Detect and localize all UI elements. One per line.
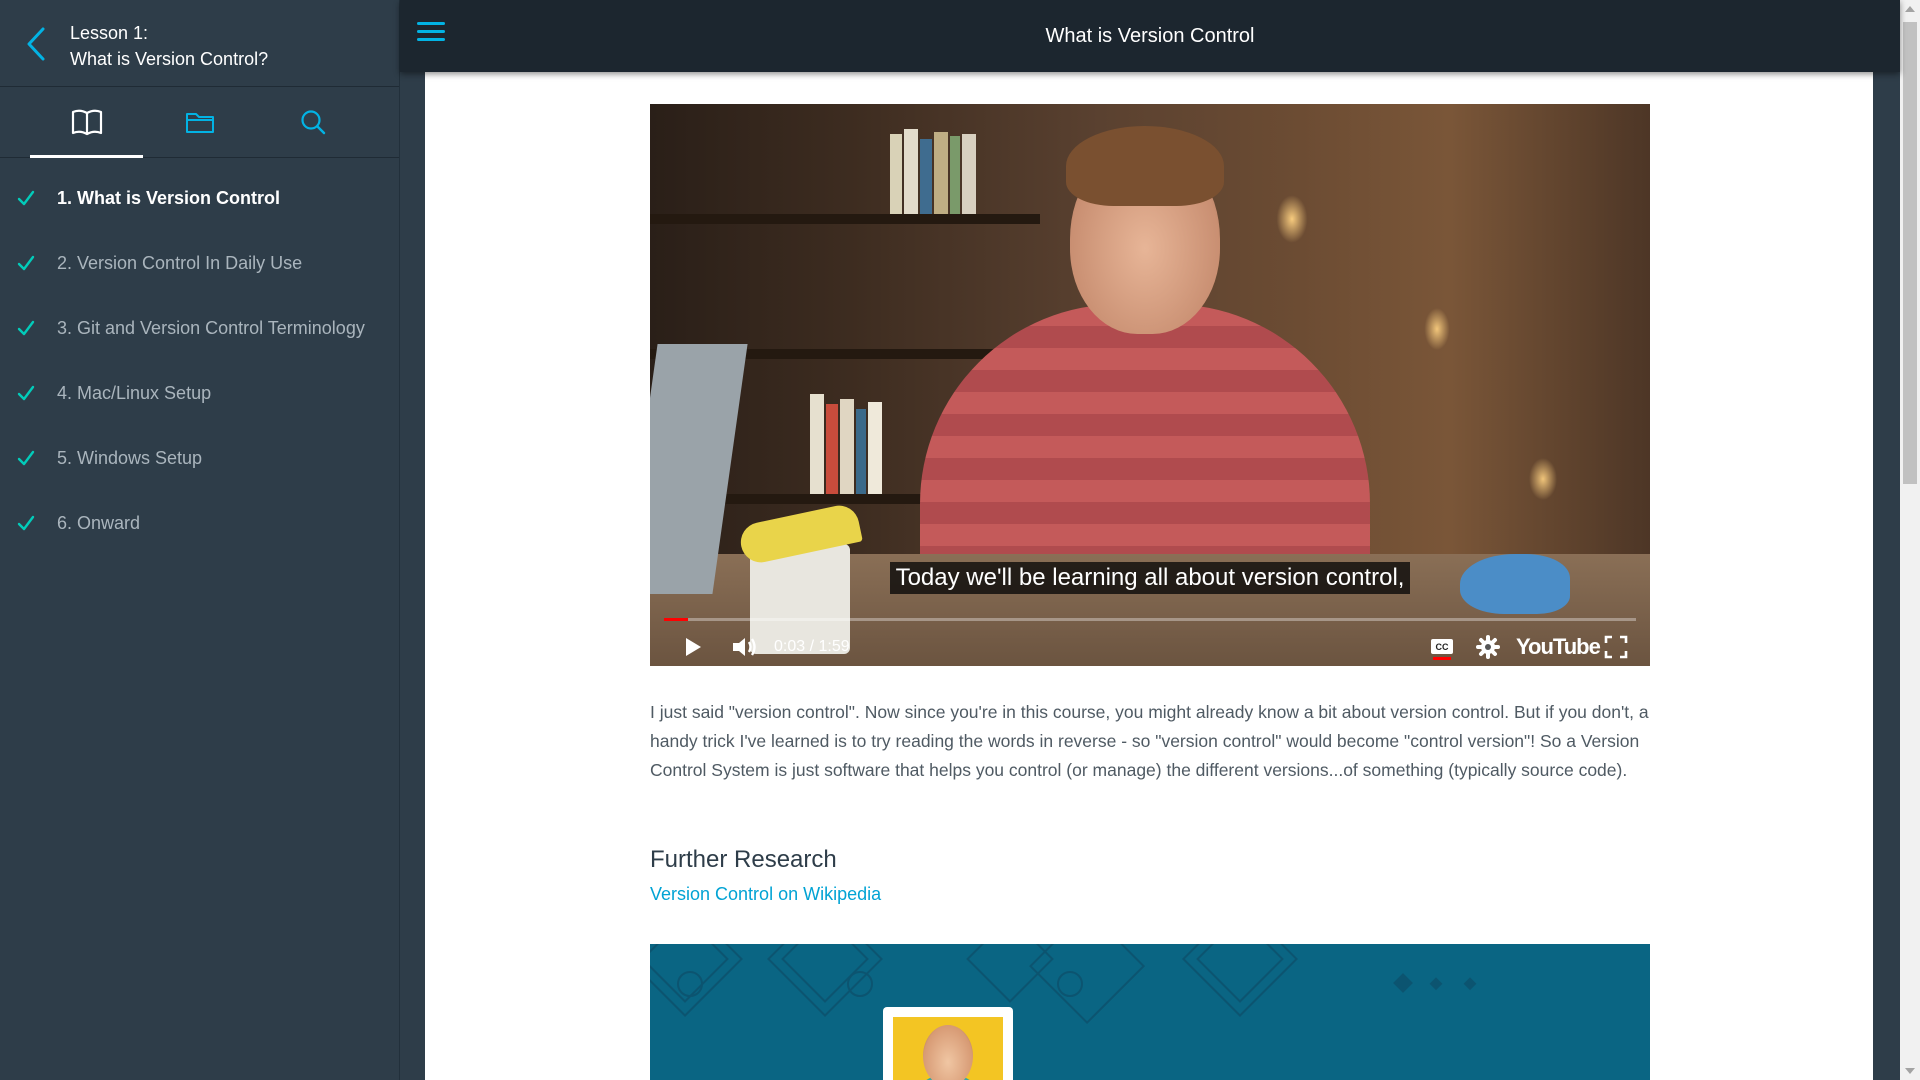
concept-item-6[interactable]: 6. Onward xyxy=(0,491,399,556)
lesson-number: Lesson 1: xyxy=(70,23,149,43)
concept-item-1[interactable]: 1. What is Version Control xyxy=(0,166,399,231)
tab-concepts[interactable] xyxy=(30,87,143,158)
concept-list: 1. What is Version Control 2. Version Co… xyxy=(0,158,399,556)
settings-button[interactable] xyxy=(1472,632,1504,662)
concept-label: 6. Onward xyxy=(57,513,141,533)
book-icon xyxy=(71,109,102,136)
volume-icon xyxy=(733,638,756,656)
further-research-heading: Further Research xyxy=(650,846,837,873)
checkmark-icon xyxy=(17,255,35,271)
concept-item-3[interactable]: 3. Git and Version Control Terminology xyxy=(0,296,399,361)
scroll-up-button[interactable] xyxy=(1900,0,1920,18)
fullscreen-icon xyxy=(1604,635,1628,659)
settings-gear-icon xyxy=(1476,635,1500,659)
lesson-name: What is Version Control? xyxy=(70,49,269,69)
lesson-title: Lesson 1: What is Version Control? xyxy=(70,20,268,72)
video-subtitle: Today we'll be learning all about versio… xyxy=(650,562,1650,594)
checkmark-icon xyxy=(17,515,35,531)
video-time: 0:03 / 1:59 xyxy=(774,638,850,655)
avatar xyxy=(893,1017,1003,1080)
checkmark-icon xyxy=(17,190,35,206)
closed-captions-icon: CC xyxy=(1431,639,1453,660)
play-button[interactable] xyxy=(678,632,708,662)
tab-resources[interactable] xyxy=(143,87,256,157)
checkmark-icon xyxy=(17,320,35,336)
youtube-logo-button[interactable]: YouTube xyxy=(1516,632,1601,662)
video-player[interactable]: Today we'll be learning all about versio… xyxy=(650,104,1650,666)
subtitle-text: Today we'll be learning all about versio… xyxy=(889,562,1411,594)
page-scrollbar[interactable] xyxy=(1900,0,1920,1080)
concept-label: 5. Windows Setup xyxy=(57,448,203,468)
fullscreen-button[interactable] xyxy=(1600,632,1632,662)
concept-label: 2. Version Control In Daily Use xyxy=(57,253,303,273)
scroll-down-button[interactable] xyxy=(1900,1062,1920,1080)
diamond-pattern-decoration xyxy=(650,944,1477,1025)
concept-label: 3. Git and Version Control Terminology xyxy=(57,318,365,338)
lesson-sidebar: Lesson 1: What is Version Control? 1. Wh… xyxy=(0,0,400,1080)
wikipedia-link[interactable]: Version Control on Wikipedia xyxy=(650,884,881,905)
volume-button[interactable] xyxy=(728,632,762,662)
instructor-banner xyxy=(650,944,1650,1080)
concept-item-5[interactable]: 5. Windows Setup xyxy=(0,426,399,491)
scroll-down-arrow-icon xyxy=(1905,1068,1915,1074)
scroll-up-arrow-icon xyxy=(1905,6,1915,12)
scroll-thumb[interactable] xyxy=(1903,22,1917,484)
concept-label: 1. What is Version Control xyxy=(57,188,281,208)
concept-item-2[interactable]: 2. Version Control In Daily Use xyxy=(0,231,399,296)
concept-label: 4. Mac/Linux Setup xyxy=(57,383,212,403)
concept-item-4[interactable]: 4. Mac/Linux Setup xyxy=(0,361,399,426)
lesson-header: Lesson 1: What is Version Control? xyxy=(0,0,399,87)
checkmark-icon xyxy=(17,450,35,466)
chevron-left-icon xyxy=(27,27,45,61)
closed-captions-button[interactable]: CC xyxy=(1426,632,1458,662)
play-icon xyxy=(686,638,701,656)
instructor-avatar-card xyxy=(883,1007,1013,1080)
checkmark-icon xyxy=(17,385,35,401)
back-button[interactable] xyxy=(18,22,54,66)
svg-text:CC: CC xyxy=(1436,642,1449,652)
search-icon xyxy=(300,110,325,135)
lesson-paragraph: I just said "version control". Now since… xyxy=(650,702,1649,780)
sidebar-tabs xyxy=(0,87,399,158)
top-bar: What is Version Control xyxy=(400,0,1900,72)
page-title: What is Version Control xyxy=(1045,25,1255,47)
tab-search[interactable] xyxy=(256,87,369,157)
folder-icon xyxy=(185,113,214,133)
video-progress-bar[interactable] xyxy=(664,618,1636,621)
video-progress-fill xyxy=(664,618,689,621)
